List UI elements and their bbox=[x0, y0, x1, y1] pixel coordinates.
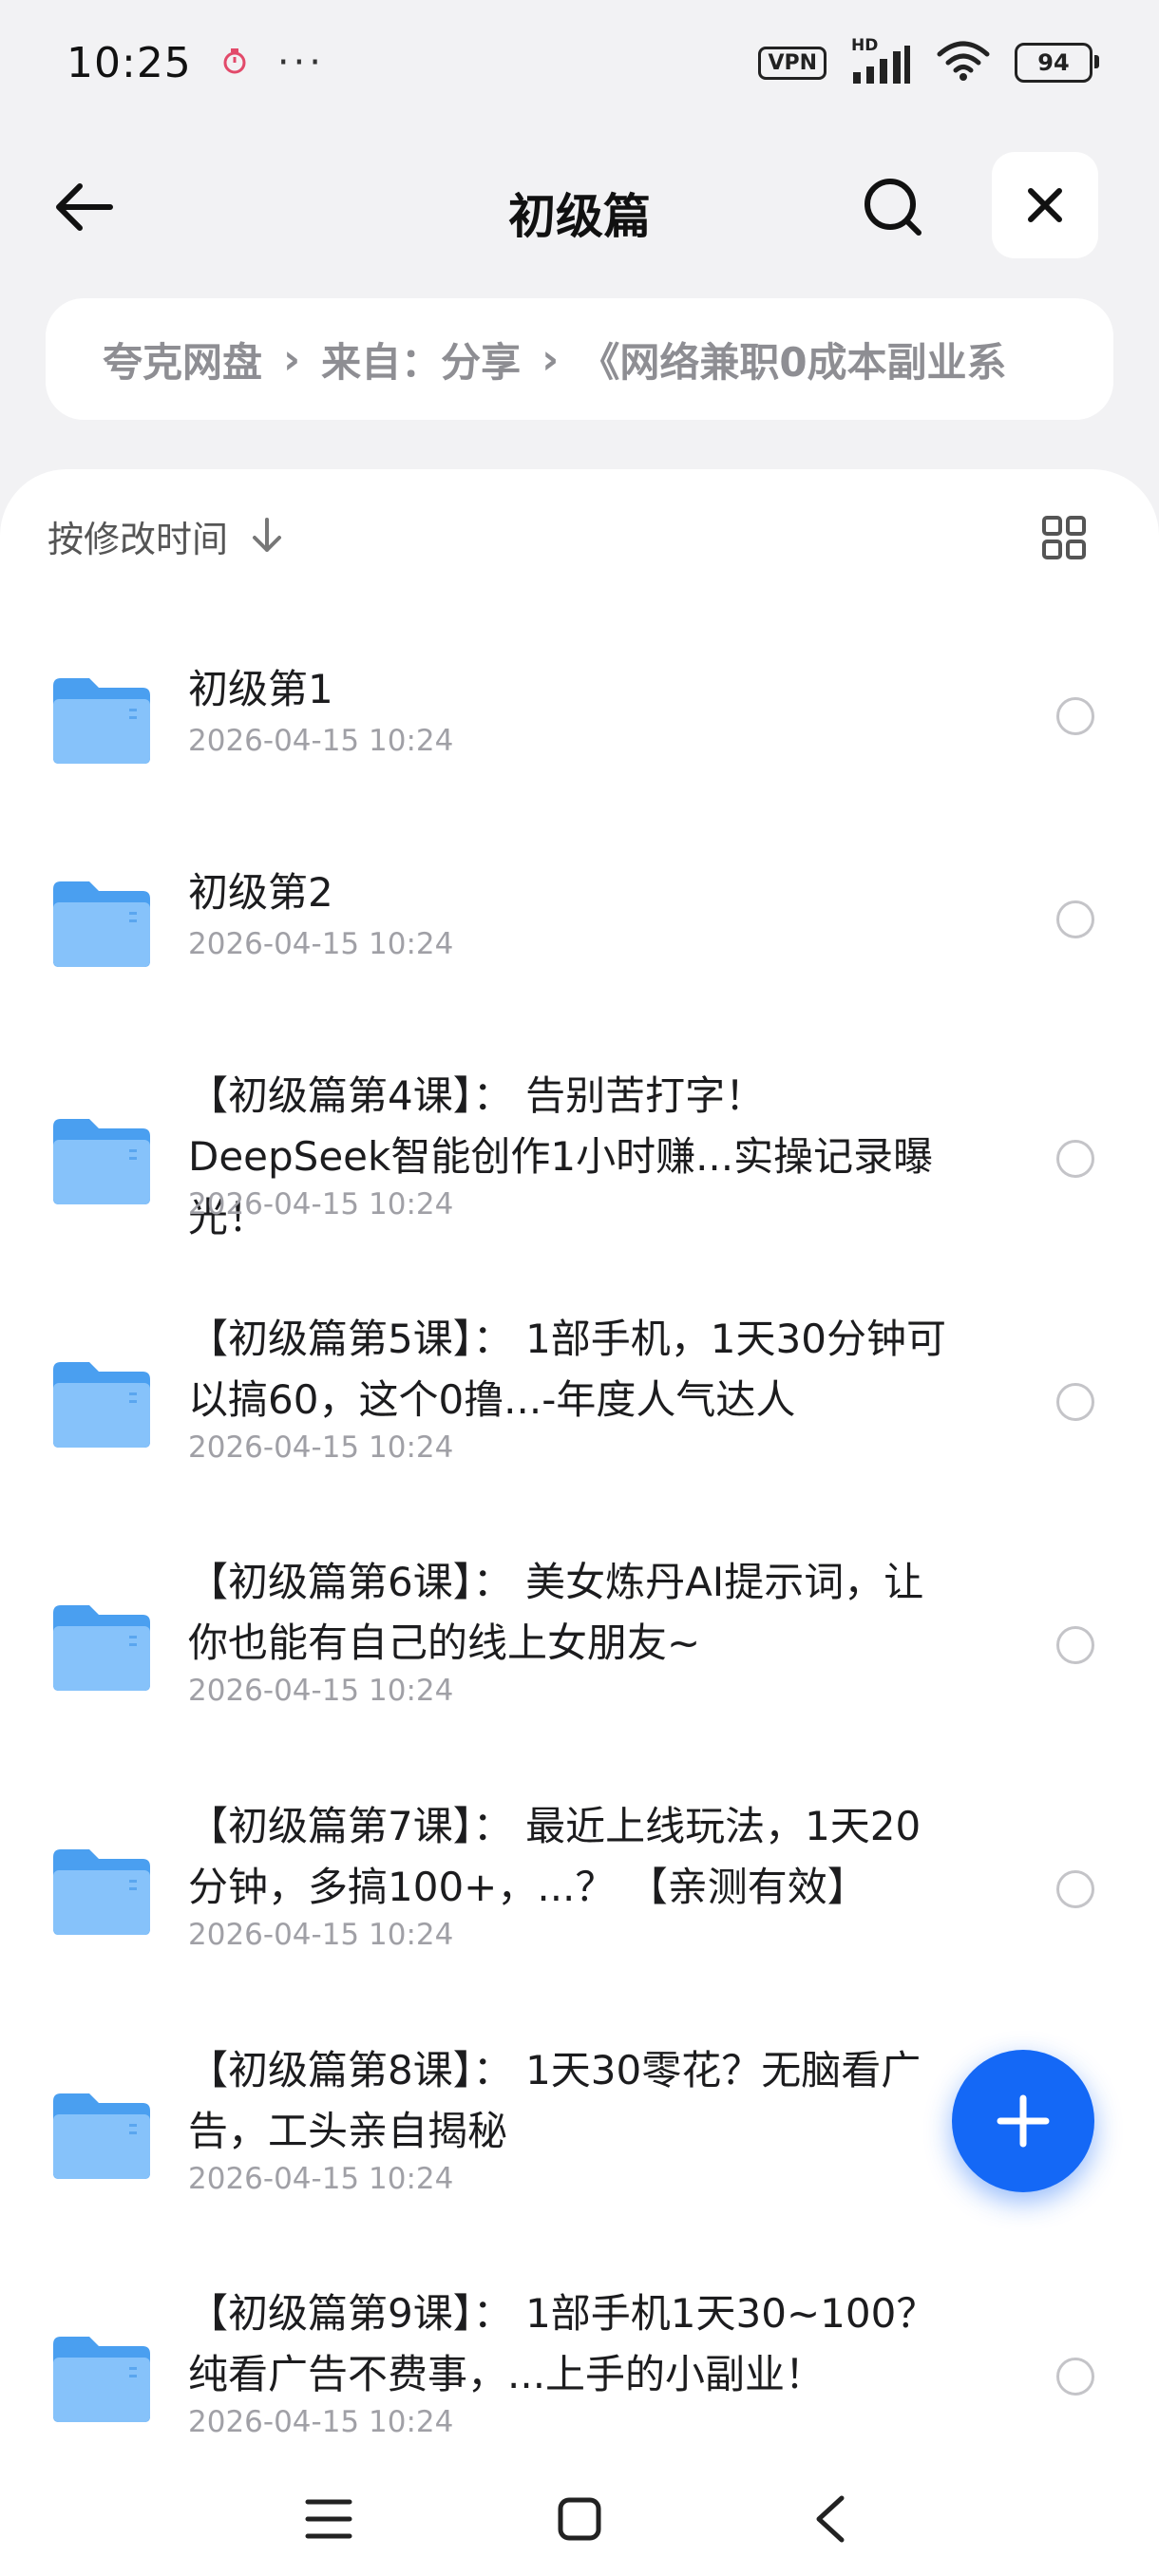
header: 初级篇 bbox=[0, 142, 1159, 266]
file-date: 2026-04-15 10:24 bbox=[188, 2405, 454, 2439]
system-nav-bar bbox=[0, 2458, 1159, 2576]
select-checkbox[interactable] bbox=[1056, 900, 1094, 938]
file-name: 【初级篇第6课】： 美女炼丹AI提示词，让你也能有自己的线上女朋友~ bbox=[188, 1559, 924, 1666]
wifi-icon bbox=[937, 41, 990, 85]
timer-notification-icon bbox=[222, 47, 247, 79]
plus-icon bbox=[997, 2094, 1050, 2148]
file-date: 2026-04-15 10:24 bbox=[188, 1187, 454, 1222]
battery-icon: 94 bbox=[1015, 43, 1099, 83]
file-name: 【初级篇第9课】： 1部手机1天30~100？纯看广告不费事，...上手的小副业… bbox=[188, 2290, 937, 2397]
folder-icon bbox=[53, 1119, 150, 1204]
list-item[interactable]: 【初级篇第7课】： 最近上线玩法，1天20分钟，多搞100+，...？ 【亲测有… bbox=[0, 1796, 1159, 2005]
select-checkbox[interactable] bbox=[1056, 2358, 1094, 2396]
status-right: VPN HD 94 bbox=[758, 36, 1099, 85]
page-title: 初级篇 bbox=[508, 189, 651, 244]
battery-level: 94 bbox=[1037, 49, 1070, 76]
file-name: 初级第1 bbox=[188, 666, 333, 712]
select-checkbox[interactable] bbox=[1056, 1383, 1094, 1421]
folder-icon bbox=[53, 2337, 150, 2422]
nav-home-button[interactable] bbox=[542, 2481, 618, 2557]
breadcrumb-item-share[interactable]: 来自：分享 bbox=[321, 331, 521, 388]
vpn-icon: VPN bbox=[758, 46, 826, 80]
status-bar: 10:25 ··· VPN HD 94 bbox=[0, 0, 1159, 125]
hd-label: HD bbox=[851, 36, 879, 55]
list-item[interactable]: 【初级篇第4课】： 告别苦打字！DeepSeek智能创作1小时赚...实操记录曝… bbox=[0, 1066, 1159, 1275]
file-name: 初级第2 bbox=[188, 869, 333, 916]
nav-back-button[interactable] bbox=[792, 2481, 868, 2557]
breadcrumb-item-root[interactable]: 夸克网盘 bbox=[103, 331, 262, 388]
sort-bar: 按修改时间 bbox=[48, 507, 1112, 564]
chevron-right-icon: › bbox=[542, 334, 560, 384]
folder-icon bbox=[53, 2093, 150, 2179]
folder-icon bbox=[53, 1362, 150, 1448]
file-name: 【初级篇第7课】： 最近上线玩法，1天20分钟，多搞100+，...？ 【亲测有… bbox=[188, 1803, 922, 1910]
select-checkbox[interactable] bbox=[1056, 1870, 1094, 1908]
chevron-right-icon: › bbox=[283, 334, 301, 384]
list-item[interactable]: 【初级篇第9课】： 1部手机1天30~100？纯看广告不费事，...上手的小副业… bbox=[0, 2283, 1159, 2458]
menu-icon bbox=[305, 2499, 352, 2539]
list-item[interactable]: 【初级篇第6课】： 美女炼丹AI提示词，让你也能有自己的线上女朋友~ 2026-… bbox=[0, 1552, 1159, 1761]
list-item[interactable]: 初级第2 2026-04-15 10:24 bbox=[0, 862, 1159, 1024]
grid-view-toggle[interactable] bbox=[1037, 511, 1091, 564]
sort-button[interactable]: 按修改时间 bbox=[48, 510, 228, 562]
close-button[interactable] bbox=[992, 152, 1098, 258]
search-button[interactable] bbox=[853, 167, 933, 247]
nav-menu-button[interactable] bbox=[291, 2481, 367, 2557]
home-square-icon bbox=[558, 2497, 601, 2541]
status-time: 10:25 bbox=[66, 38, 192, 87]
file-name: 【初级篇第8课】： 1天30零花？无脑看广告，工头亲自揭秘 bbox=[188, 2047, 922, 2154]
file-date: 2026-04-15 10:24 bbox=[188, 1918, 454, 1952]
file-date: 2026-04-15 10:24 bbox=[188, 1674, 454, 1708]
list-item[interactable]: 【初级篇第5课】： 1部手机，1天30分钟可以搞60，这个0撸...-年度人气达… bbox=[0, 1309, 1159, 1518]
folder-icon bbox=[53, 1605, 150, 1691]
file-name: 【初级篇第5课】： 1部手机，1天30分钟可以搞60，这个0撸...-年度人气达… bbox=[188, 1316, 946, 1423]
grid-icon bbox=[1042, 516, 1086, 559]
add-button[interactable] bbox=[952, 2050, 1094, 2192]
search-icon bbox=[864, 179, 922, 236]
list-item[interactable]: 初级第1 2026-04-15 10:24 bbox=[0, 659, 1159, 821]
arrow-down-icon[interactable] bbox=[251, 518, 283, 554]
chevron-left-icon bbox=[816, 2495, 845, 2543]
breadcrumb-item-folder[interactable]: 《网络兼职0成本副业系 bbox=[580, 331, 1006, 388]
close-icon bbox=[1028, 188, 1062, 222]
select-checkbox[interactable] bbox=[1056, 1626, 1094, 1664]
folder-icon bbox=[53, 1849, 150, 1935]
file-date: 2026-04-15 10:24 bbox=[188, 1430, 454, 1465]
select-checkbox[interactable] bbox=[1056, 697, 1094, 735]
folder-icon bbox=[53, 881, 150, 967]
more-notifications-icon: ··· bbox=[276, 41, 325, 85]
select-checkbox[interactable] bbox=[1056, 1140, 1094, 1178]
file-date: 2026-04-15 10:24 bbox=[188, 724, 454, 758]
status-left: 10:25 ··· bbox=[66, 39, 325, 87]
folder-icon bbox=[53, 678, 150, 764]
cell-signal-icon: HD bbox=[851, 36, 912, 84]
file-date: 2026-04-15 10:24 bbox=[188, 927, 454, 961]
file-date: 2026-04-15 10:24 bbox=[188, 2162, 454, 2196]
breadcrumb: 夸克网盘 › 来自：分享 › 《网络兼职0成本副业系 bbox=[46, 298, 1113, 420]
